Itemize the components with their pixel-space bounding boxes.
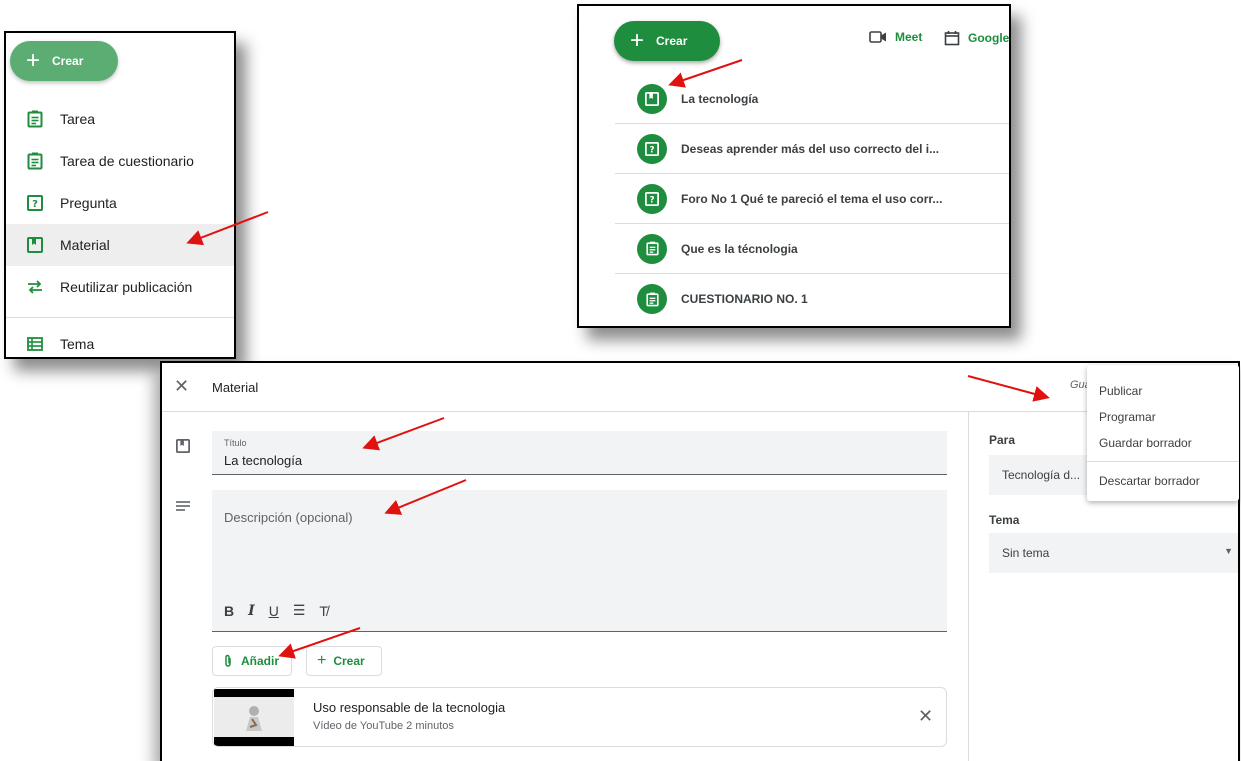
classwork-stream-panel: + Crear Meet Google La tecnología ? Dese… <box>577 4 1011 328</box>
calendar-icon <box>944 31 960 46</box>
plus-icon: + <box>630 27 645 54</box>
meet-link[interactable]: Meet <box>869 30 922 44</box>
create-attachment-label: Crear <box>333 654 365 668</box>
menu-item-label: Material <box>60 237 110 253</box>
description-field[interactable]: Descripción (opcional) B I U ☰ T̸ <box>212 490 947 632</box>
editor-header: ✕ Material Gua <box>162 363 1238 412</box>
paperclip-icon <box>225 654 231 667</box>
class-select-value: Tecnología d... <box>1002 468 1081 482</box>
meet-label: Meet <box>895 30 923 44</box>
stream-item[interactable]: ? Deseas aprender más del uso correcto d… <box>615 124 1009 174</box>
video-thumbnail <box>214 689 294 746</box>
attachment-subtitle: Vídeo de YouTube 2 minutos <box>313 720 454 732</box>
assignment-icon <box>637 284 667 314</box>
description-icon <box>175 499 191 517</box>
create-attachment-button[interactable]: + Crear <box>306 646 382 676</box>
attachment-card[interactable]: Uso responsable de la tecnologia Vídeo d… <box>212 687 947 747</box>
stream-item[interactable]: Que es la técnologia <box>615 224 1009 274</box>
create-menu-panel: + Crear Tarea Tarea de cuestionario ? Pr… <box>4 31 236 359</box>
material-icon <box>26 236 44 254</box>
create-button[interactable]: + Crear <box>614 21 720 61</box>
stream-item[interactable]: CUESTIONARIO NO. 1 <box>615 274 1009 324</box>
publish-option[interactable]: Publicar <box>1099 384 1142 398</box>
plus-icon: + <box>26 47 41 74</box>
dropdown-arrow-icon: ▼ <box>1224 546 1233 556</box>
para-label: Para <box>989 433 1016 447</box>
italic-button[interactable]: I <box>248 603 255 619</box>
menu-item-reutilizar[interactable]: Reutilizar publicación <box>6 266 234 308</box>
stream-item-title: Que es la técnologia <box>681 241 798 256</box>
repeat-icon <box>26 278 44 296</box>
stream-item-title: Deseas aprender más del uso correcto del… <box>681 141 940 156</box>
topic-select-value: Sin tema <box>1002 546 1050 560</box>
attachment-title: Uso responsable de la tecnologia <box>313 700 506 715</box>
tema-label: Tema <box>989 513 1020 527</box>
menu-item-label: Reutilizar publicación <box>60 279 193 295</box>
stream-item[interactable]: La tecnología <box>615 74 1009 124</box>
add-button[interactable]: Añadir <box>212 646 292 676</box>
bold-button[interactable]: B <box>224 603 234 619</box>
menu-item-label: Pregunta <box>60 195 117 211</box>
svg-text:?: ? <box>649 145 654 155</box>
material-icon <box>637 83 667 114</box>
menu-item-label: Tarea de cuestionario <box>60 153 194 169</box>
page-title: Material <box>212 380 259 395</box>
menu-item-label: Tema <box>60 336 95 352</box>
create-button[interactable]: + Crear <box>10 41 118 81</box>
question-icon: ? <box>637 133 667 164</box>
stream-item-title: Foro No 1 Qué te pareció el tema el uso … <box>681 191 943 206</box>
svg-text:?: ? <box>32 199 38 210</box>
clear-format-button[interactable]: T̸ <box>319 603 328 619</box>
topic-icon <box>26 335 44 353</box>
save-draft-option[interactable]: Guardar borrador <box>1099 436 1192 450</box>
create-button-label: Crear <box>656 34 688 48</box>
title-field[interactable]: Título La tecnología <box>212 431 947 475</box>
menu-item-material[interactable]: Material <box>6 224 234 266</box>
svg-text:?: ? <box>649 195 654 205</box>
close-icon[interactable]: ✕ <box>174 376 189 397</box>
discard-draft-option[interactable]: Descartar borrador <box>1099 474 1200 488</box>
material-editor-panel: ✕ Material Gua Título La tecnología Desc… <box>160 361 1240 761</box>
remove-attachment-icon[interactable]: ✕ <box>918 706 933 727</box>
material-icon <box>176 439 190 458</box>
menu-item-tema[interactable]: Tema <box>6 323 234 357</box>
question-icon: ? <box>637 183 667 214</box>
plus-icon: + <box>317 652 327 669</box>
stream-item-title: La tecnología <box>681 91 759 106</box>
class-select[interactable]: Tecnología d... <box>989 455 1089 495</box>
create-button-label: Crear <box>52 54 84 68</box>
add-button-label: Añadir <box>241 654 280 668</box>
menu-divider <box>6 317 234 318</box>
calendar-link[interactable]: Google <box>944 30 1009 46</box>
title-field-label: Título <box>224 438 247 448</box>
menu-item-pregunta[interactable]: ? Pregunta <box>6 182 234 224</box>
bulleted-list-button[interactable]: ☰ <box>293 602 306 619</box>
underline-button[interactable]: U <box>269 603 279 619</box>
quiz-assignment-icon <box>26 152 44 170</box>
topic-select[interactable]: Sin tema ▼ <box>989 533 1238 573</box>
schedule-option[interactable]: Programar <box>1099 410 1156 424</box>
format-toolbar: B I U ☰ T̸ <box>224 602 328 619</box>
assignment-icon <box>637 233 667 264</box>
description-placeholder: Descripción (opcional) <box>224 510 353 525</box>
assignment-icon <box>26 110 44 128</box>
calendar-label: Google <box>968 31 1010 45</box>
stream-item-title: CUESTIONARIO NO. 1 <box>681 292 808 306</box>
question-icon: ? <box>26 194 44 212</box>
menu-item-label: Tarea <box>60 111 96 127</box>
menu-item-tarea[interactable]: Tarea <box>6 98 234 140</box>
publish-menu: Publicar Programar Guardar borrador Desc… <box>1087 365 1239 501</box>
menu-item-tarea-cuestionario[interactable]: Tarea de cuestionario <box>6 140 234 182</box>
title-field-value: La tecnología <box>224 453 303 468</box>
video-camera-icon <box>869 31 886 43</box>
stream-item[interactable]: ? Foro No 1 Qué te pareció el tema el us… <box>615 174 1009 224</box>
menu-divider <box>1087 461 1239 462</box>
